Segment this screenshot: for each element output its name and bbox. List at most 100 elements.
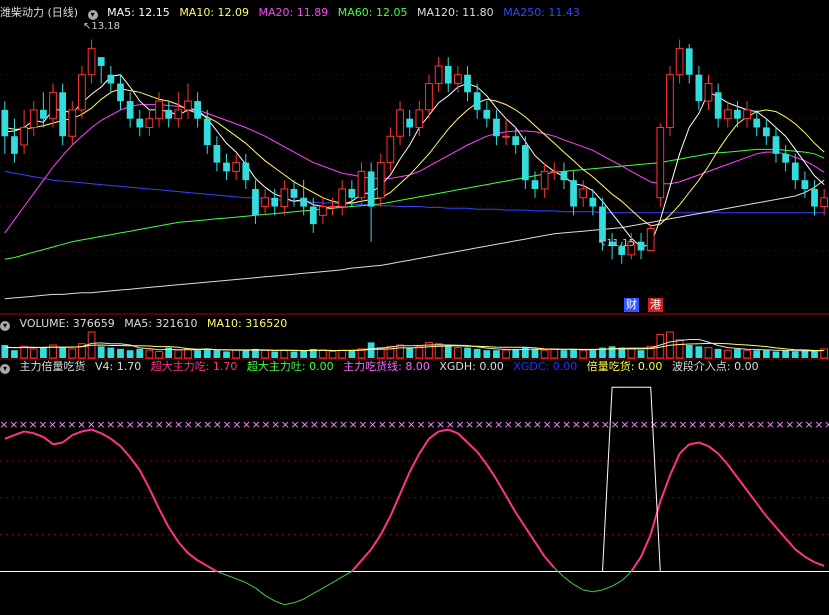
chi-huo-marker: × (649, 418, 658, 431)
candle-body (512, 136, 520, 146)
chi-huo-marker: × (484, 418, 493, 431)
chi-huo-marker: × (407, 418, 416, 431)
chi-huo-marker: × (562, 418, 571, 431)
volume-bar (531, 348, 539, 358)
chi-huo-marker: × (310, 418, 319, 431)
candle-body (637, 241, 645, 251)
volume-bar (40, 347, 47, 358)
expand-icon[interactable]: ▾ (87, 10, 98, 20)
low-price-value: 11.15 (606, 238, 636, 249)
expand-icon[interactable]: ▾ (0, 321, 10, 331)
chi-huo-marker: × (9, 418, 18, 431)
candle-body (97, 57, 105, 66)
chi-huo-marker: × (397, 418, 406, 431)
chi-huo-marker: × (727, 418, 736, 431)
chi-huo-marker: × (581, 418, 590, 431)
chi-huo-marker: × (756, 418, 765, 431)
chi-huo-marker: × (785, 418, 794, 431)
candle-body (425, 83, 433, 111)
candle-body (232, 162, 241, 172)
oscillator-segment (206, 565, 218, 573)
candle-body (203, 118, 211, 146)
volume-bar (223, 351, 230, 358)
oscillator-segment (303, 593, 314, 600)
oscillator-segment (563, 576, 574, 585)
chi-huo-marker: × (416, 418, 425, 431)
volume-bar (762, 350, 770, 358)
candle-body (117, 83, 124, 102)
chi-huo-marker: × (387, 418, 396, 431)
candle-body (87, 47, 96, 76)
oscillator-segment (592, 589, 603, 593)
oscillator-segment (466, 441, 478, 453)
candle-body (386, 135, 395, 164)
oscillator-segment (264, 594, 275, 602)
volume-bar (695, 346, 703, 358)
candle-body (550, 170, 559, 173)
chi-huo-marker: × (339, 418, 348, 431)
oscillator-segment (678, 443, 690, 455)
bei-liang-pulse (602, 386, 661, 572)
finance-badge[interactable]: 财 (624, 298, 639, 312)
oscillator-segment (129, 456, 141, 471)
oscillator-segment (505, 495, 517, 514)
volume-bar (406, 347, 414, 358)
chi-huo-marker: × (436, 418, 445, 431)
oscillator-segment (216, 570, 227, 576)
chi-huo-marker: × (58, 418, 67, 431)
chi-huo-marker: × (164, 418, 173, 431)
oscillator-segment (100, 432, 112, 440)
volume-bar (473, 348, 481, 358)
oscillator-segment (167, 526, 180, 543)
chi-huo-marker: × (504, 418, 513, 431)
chi-huo-marker: × (232, 418, 241, 431)
oscillator-segment (583, 589, 593, 593)
volume-header: ▾ VOLUME: 376659 MA5: 321610 MA10: 31652… (0, 317, 293, 331)
indicator-title: 主力倍量吃货 (19, 360, 86, 373)
candle-body (223, 162, 230, 172)
oscillator-segment (148, 488, 160, 510)
ind-v4: V4: 1.70 (95, 360, 142, 373)
candle-body (1, 109, 9, 137)
chi-huo-marker: × (795, 418, 804, 431)
chi-huo-marker: × (19, 418, 28, 431)
chi-huo-marker: × (455, 418, 464, 431)
candle-body (145, 118, 154, 128)
chi-huo-marker: × (106, 418, 115, 431)
chi-huo-marker: × (281, 418, 290, 431)
oscillator-segment (322, 582, 333, 589)
candle-body (483, 109, 491, 119)
hk-badge[interactable]: 港 (648, 298, 663, 312)
chi-huo-marker: × (814, 418, 823, 431)
candle-body (271, 197, 279, 207)
volume-bar (753, 350, 761, 358)
candle-body (704, 83, 713, 102)
candle-body (252, 188, 259, 216)
volume-bar (184, 348, 192, 359)
volume-bar (811, 351, 818, 358)
chi-huo-marker: × (465, 418, 474, 431)
candle-body (406, 118, 414, 128)
candle-body (328, 206, 337, 209)
candle-body (540, 170, 549, 190)
oscillator-segment (110, 438, 122, 447)
oscillator-segment (33, 432, 44, 438)
high-price-annotation: ↖13.18 (83, 21, 121, 32)
volume-bar (300, 350, 308, 358)
indicator-header: ▾ 主力倍量吃货 V4: 1.70 超大主力吃: 1.70 超大主力吐: 0.0… (0, 360, 765, 374)
oscillator-segment (138, 469, 151, 490)
chi-huo-marker: × (0, 418, 9, 431)
expand-icon[interactable]: ▾ (0, 364, 10, 374)
vol-ma5-label: MA5: 321610 (124, 317, 198, 330)
volume-bar (570, 348, 577, 358)
chi-huo-marker: × (184, 418, 193, 431)
candle-body (155, 100, 163, 120)
chi-huo-marker: × (630, 418, 639, 431)
chi-huo-marker: × (746, 418, 755, 431)
candle-body (59, 92, 67, 137)
indicator-panel: × × × × × × × × × × × × × × × × × × × × × × × × × × × × × × × × × × × × × × × ×… (0, 386, 829, 606)
volume-bar (242, 350, 250, 358)
chi-huo-marker: × (513, 418, 522, 431)
volume-bar (502, 349, 510, 359)
chi-huo-marker: × (688, 418, 697, 431)
